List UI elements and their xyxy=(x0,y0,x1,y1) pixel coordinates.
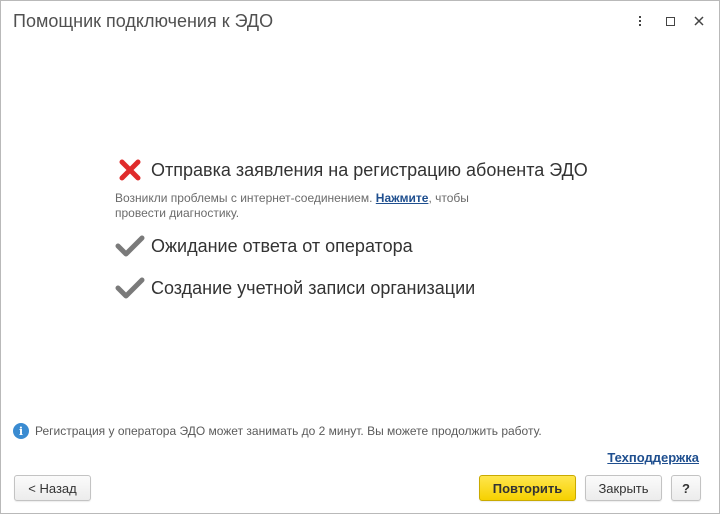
step-label: Создание учетной записи организации xyxy=(151,277,476,298)
steps-list: Отправка заявления на регистрацию абонен… xyxy=(115,155,615,303)
step-wait-operator: Ожидание ответа от оператора xyxy=(115,231,615,261)
support-link[interactable]: Техподдержка xyxy=(607,450,699,465)
window-title: Помощник подключения к ЭДО xyxy=(13,11,274,31)
info-icon: i xyxy=(13,423,29,439)
close-icon xyxy=(694,16,704,26)
help-button[interactable]: ? xyxy=(671,475,701,501)
more-menu-button[interactable] xyxy=(632,13,648,29)
checkmark-icon xyxy=(115,273,145,303)
step-label: Отправка заявления на регистрацию абонен… xyxy=(151,159,588,180)
maximize-button[interactable] xyxy=(662,13,678,29)
step-label: Ожидание ответа от оператора xyxy=(151,235,413,256)
title-bar: Помощник подключения к ЭДО xyxy=(1,1,719,41)
diagnostics-link[interactable]: Нажмите xyxy=(376,191,429,205)
step-create-account: Создание учетной записи организации xyxy=(115,273,615,303)
info-text: Регистрация у оператора ЭДО может занима… xyxy=(35,424,542,438)
close-window-button[interactable] xyxy=(691,13,707,29)
back-button[interactable]: < Назад xyxy=(14,475,91,501)
step-send-application: Отправка заявления на регистрацию абонен… xyxy=(115,155,615,185)
info-message: i Регистрация у оператора ЭДО может зани… xyxy=(13,423,542,439)
retry-button[interactable]: Повторить xyxy=(479,475,576,501)
error-text-before: Возникли проблемы с интернет-соединением… xyxy=(115,191,376,205)
cross-icon xyxy=(115,155,145,185)
connection-error-message: Возникли проблемы с интернет-соединением… xyxy=(115,191,515,221)
maximize-icon xyxy=(665,16,675,26)
assistant-window: Помощник подключения к ЭДО Отправка заяв… xyxy=(0,0,720,514)
more-vertical-icon xyxy=(639,16,641,26)
checkmark-icon xyxy=(115,231,145,261)
close-button[interactable]: Закрыть xyxy=(585,475,662,501)
